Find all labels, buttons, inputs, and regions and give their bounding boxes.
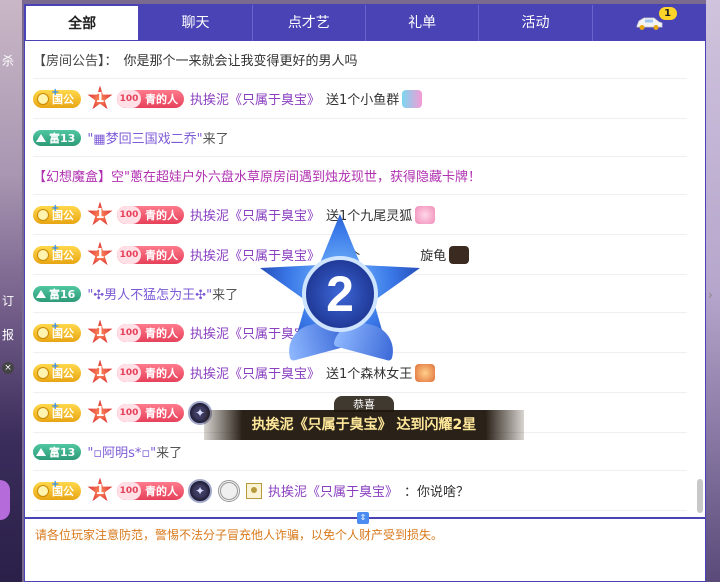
chat-panel: 全部 聊天 点才艺 礼单 活动 1 【房间公告】： 你是那个一来就会让我变得更好… [24,4,706,582]
tab-gift-list[interactable]: 礼单 [366,5,480,41]
noble-icon [37,208,49,221]
swirl-badge-icon [218,479,240,502]
fan-badge: 100 青的人 [117,481,184,500]
right-background-strip: › [706,0,720,582]
tab-talent[interactable]: 点才艺 [253,5,366,41]
tab-all[interactable]: 全部 [25,5,140,41]
fan-badge: 100 青的人 [117,89,184,108]
welcome-name[interactable]: "▦梦回三国戏二乔" [87,128,202,147]
welcome-row: 富13 "▦梦回三国戏二乔" 来了 [33,119,687,157]
noble-badge: + 国公 [33,243,81,264]
star-badge: 1 [87,399,113,424]
username[interactable]: 执挨泥《只属于臭宝》 [190,205,320,224]
safety-tip: 请各位玩家注意防范，警惕不法分子冒充他人诈骗，以免个人财产受到损失。 [35,528,444,542]
fan-badge: 100 青的人 [117,363,184,382]
chat-text: ：你说啥？ [404,485,470,500]
message-row: + 国公 1 100 青的人 执挨泥《只属于臭宝》 送1个森林女王 [33,353,687,393]
triangle-icon [36,289,46,298]
wealth-badge: 富16 [33,285,82,302]
noble-icon [37,366,49,379]
star-badge: 1 [87,319,113,344]
gift-tail-text: 旋龟 [420,249,447,264]
scrollbar[interactable] [697,479,703,513]
noble-badge: + 国公 [33,479,81,500]
triangle-icon [36,133,46,142]
message-row: + 国公 1 100 青的人 ✦ [33,393,687,433]
left-background-strip: 杀 订 报 × [0,0,22,582]
fan-badge: 100 青的人 [117,403,184,422]
noble-badge: + 国公 [33,87,81,108]
noble-badge: + 国公 [33,203,81,224]
noble-icon [37,326,49,339]
wealth-badge: 富13 [33,129,82,146]
chevron-right-icon[interactable]: › [708,288,713,302]
tab-bar: 全部 聊天 点才艺 礼单 活动 1 [25,5,705,41]
welcome-suffix: 来了 [202,132,229,147]
rank-medal-icon: ✦ [188,478,212,503]
tab-car[interactable]: 1 [593,5,705,41]
announcement-label: 【房间公告】： [33,54,118,69]
star-badge: 1 [87,201,113,226]
welcome-row: 富13 "▫阿明s*▫" 来了 [33,433,687,471]
gift-text: 送1个森林女王 [326,367,413,382]
queen-gift-icon [415,363,436,382]
welcome-row: 富16 "✣男人不猛怎为王✣" 来了 [33,275,687,313]
tab-activity[interactable]: 活动 [479,5,593,41]
username[interactable]: 执挨泥《只属于臭宝》 [268,481,398,500]
fantasy-box-text: 【幻想魔盒】空"蔥在超娃户外六盘水草原房间遇到烛龙现世，获得隐藏卡牌！ [33,170,481,185]
star-badge: 1 [87,241,113,266]
car-badge: 1 [658,7,677,20]
noble-badge: + 国公 [33,321,81,342]
message-row: + 国公 1 100 青的人 ✦ 执挨泥《只属于臭宝》 ：你说啥？ [33,471,687,511]
star-badge: 1 [87,477,113,502]
gift-text: 送1个九尾灵狐 [326,209,413,224]
announcement-text: 你是那个一来就会让我变得更好的男人吗 [123,54,358,69]
noble-icon [37,92,49,105]
fan-badge: 100 青的人 [117,323,184,342]
noble-icon [37,484,49,497]
tab-chat[interactable]: 聊天 [139,5,253,41]
welcome-name[interactable]: "▫阿明s*▫" [87,442,156,461]
fox-gift-icon [415,205,436,224]
noble-badge: + 国公 [33,401,81,422]
resize-handle-icon[interactable]: ⇕ [357,512,369,524]
noble-icon [37,406,49,419]
message-row: + 国公 1 100 青的人 执挨泥《只属于臭宝》 送1个小鱼群 [33,79,687,119]
fantasy-box-row: 【幻想魔盒】空"蔥在超娃户外六盘水草原房间遇到烛龙现世，获得隐藏卡牌！ [33,157,687,195]
gift-text: 送1个小鱼群 [326,93,400,108]
noble-icon [37,248,49,261]
fan-badge: 100 青的人 [117,245,184,264]
message-row: + 国公 1 100 青的人 执挨泥《只属于臭宝》 [33,313,687,353]
welcome-suffix: 来了 [212,288,239,303]
username[interactable]: 执挨泥《只属于臭宝》 [190,323,320,342]
left-strip-text: 订 [2,294,15,308]
username[interactable]: 执挨泥《只属于臭宝》 [190,89,320,108]
wealth-badge: 富13 [33,443,82,460]
triangle-icon [36,447,46,456]
message-row: + 国公 1 100 青的人 执挨泥《只属于臭宝》 送1个九尾灵狐 [33,195,687,235]
turtle-gift-icon [449,245,470,264]
welcome-suffix: 来了 [156,446,183,461]
message-row: + 国公 1 100 青的人 执挨泥《只属于臭宝》 送1个 旋龟 [33,235,687,275]
username[interactable]: 执挨泥《只属于臭宝》 [190,363,320,382]
fan-badge: 100 青的人 [117,205,184,224]
left-strip-text: 报 [2,328,15,342]
message-list[interactable]: 【房间公告】： 你是那个一来就会让我变得更好的男人吗 + 国公 1 100 青的人 … [25,41,705,517]
welcome-name[interactable]: "✣男人不猛怎为王✣" [87,284,212,303]
side-button[interactable] [0,480,10,520]
announcement-row: 【房间公告】： 你是那个一来就会让我变得更好的男人吗 [33,41,687,79]
username[interactable]: 执挨泥《只属于臭宝》 [190,245,320,264]
star-badge: 1 [87,359,113,384]
rank-medal-icon: ✦ [188,400,212,425]
close-icon[interactable]: × [2,362,14,374]
noble-badge: + 国公 [33,361,81,382]
star-badge: 1 [87,85,113,110]
gift-text: 送1个 [326,249,361,264]
fish-gift-icon [402,89,423,108]
guard-badge-icon [246,482,262,499]
left-strip-text: 杀 [2,54,15,68]
